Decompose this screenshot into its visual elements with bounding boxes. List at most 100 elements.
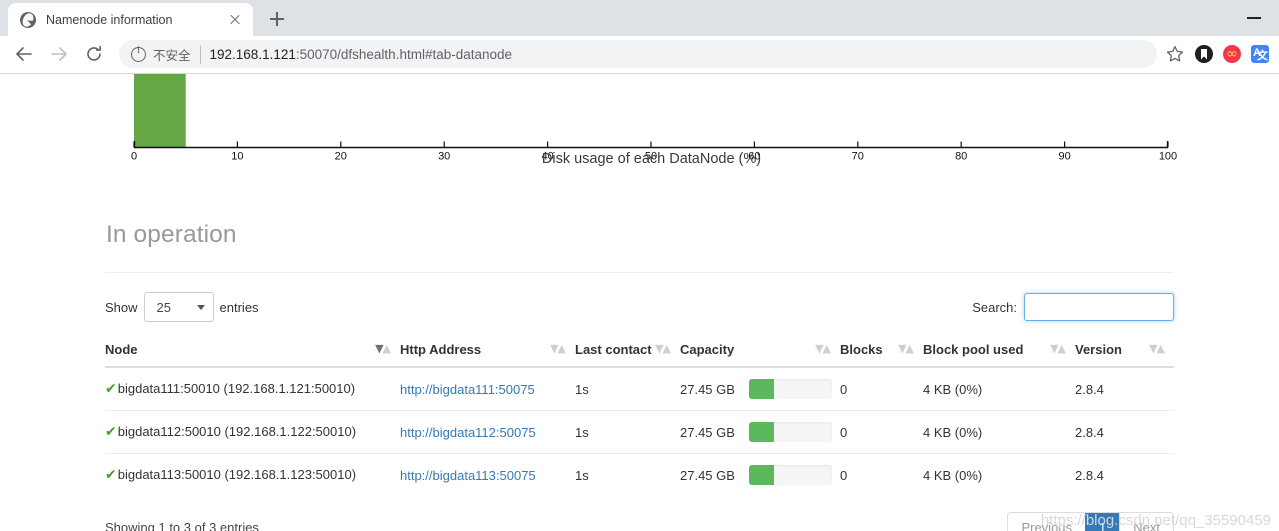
cell-last-contact: 1s <box>575 453 680 496</box>
column-label: Http Address <box>400 342 482 357</box>
chart-xlabel-wrap: Disk usage of each DataNode (%) <box>0 151 1279 167</box>
histogram-bar <box>134 74 186 147</box>
page-length-select[interactable]: 25 <box>143 292 214 322</box>
column-header-http-address[interactable]: Http Address ▼▲ <box>400 334 575 368</box>
tab-title: Namenode information <box>46 12 173 27</box>
table-header-row: Node ▼▲ Http Address ▼▲ Last contact ▼▲ <box>105 334 1174 368</box>
page-title: In operation <box>106 221 237 248</box>
sort-icon: ▼▲ <box>898 342 914 355</box>
chart-xlabel: Disk usage of each DataNode (%) <box>541 151 762 167</box>
url-host: 192.168.1.121 <box>209 46 296 62</box>
cell-capacity: 27.45 GB <box>680 453 840 496</box>
browser-window: Namenode information 不安全 <box>0 0 1279 531</box>
browser-toolbar: 不安全 192.168.1.121 :50070/dfshealth.html#… <box>0 36 1279 73</box>
cell-capacity: 27.45 GB <box>680 410 840 454</box>
page-viewport: 0 10 20 30 40 50 60 70 80 90 100 Disk usage of eac… <box>0 73 1279 531</box>
pagination-page-1[interactable]: 1 <box>1085 513 1120 531</box>
show-label: Show <box>105 299 138 315</box>
capacity-progress <box>748 422 832 442</box>
column-header-node[interactable]: Node ▼▲ <box>105 334 400 368</box>
cell-block-pool-used: 4 KB (0%) <box>923 453 1075 496</box>
http-address-link[interactable]: http://bigdata113:50075 <box>400 468 536 483</box>
check-icon: ✔ <box>105 381 117 397</box>
http-address-link[interactable]: http://bigdata111:50075 <box>400 382 535 397</box>
capacity-wrap: 27.45 GB <box>680 465 832 485</box>
disk-usage-histogram: 0 10 20 30 40 50 60 70 80 90 100 Disk usage of eac… <box>0 74 1279 173</box>
column-label: Capacity <box>680 342 735 357</box>
node-name: bigdata111:50010 (192.168.1.121:50010) <box>117 381 356 396</box>
capacity-progress <box>748 465 832 485</box>
search-control: Search: <box>972 293 1174 321</box>
extension-infinity-icon[interactable] <box>1223 45 1241 63</box>
pagination-previous[interactable]: Previous <box>1008 513 1086 531</box>
node-name: bigdata112:50010 (192.168.1.122:50010) <box>117 424 357 439</box>
capacity-wrap: 27.45 GB <box>680 422 832 442</box>
browser-tab[interactable]: Namenode information <box>8 3 253 36</box>
minimize-button[interactable] <box>1247 17 1261 19</box>
table-row: ✔bigdata113:50010 (192.168.1.123:50010) h… <box>105 453 1174 496</box>
window-controls <box>1199 0 1279 36</box>
new-tab-button[interactable] <box>263 5 291 33</box>
column-header-block-pool-used[interactable]: Block pool used ▼▲ <box>923 334 1075 368</box>
bookmark-star-icon[interactable] <box>1165 44 1185 64</box>
sort-icon: ▼▲ <box>1050 342 1066 355</box>
column-label: Block pool used <box>923 342 1024 357</box>
sort-icon: ▼▲ <box>375 342 391 355</box>
security-label: 不安全 <box>153 44 201 64</box>
back-icon[interactable] <box>10 40 38 68</box>
table-row: ✔bigdata111:50010 (192.168.1.121:50010) h… <box>105 367 1174 411</box>
page-length-value: 25 <box>156 299 171 315</box>
cell-last-contact: 1s <box>575 410 680 454</box>
close-icon[interactable] <box>227 12 243 28</box>
cell-blocks: 0 <box>840 410 923 454</box>
divider <box>105 272 1174 273</box>
table-row: ✔bigdata112:50010 (192.168.1.122:50010) h… <box>105 410 1174 454</box>
sort-icon: ▼▲ <box>655 342 671 355</box>
in-operation-panel: In operation Show 25 entries Search: Nod… <box>105 173 1174 531</box>
cell-node: ✔bigdata111:50010 (192.168.1.121:50010) <box>105 367 400 411</box>
table-info: Showing 1 to 3 of 3 entries <box>105 520 259 531</box>
datatable-footer: Showing 1 to 3 of 3 entries Previous 1 N… <box>105 512 1174 531</box>
cell-node: ✔bigdata113:50010 (192.168.1.123:50010) <box>105 453 400 496</box>
capacity-progress-fill <box>748 379 774 399</box>
capacity-progress-fill <box>748 422 774 442</box>
datatable-controls: Show 25 entries Search: <box>105 291 1174 323</box>
column-header-version[interactable]: Version ▼▲ <box>1075 334 1174 368</box>
column-label: Node <box>105 342 138 357</box>
url-path: :50070/dfshealth.html#tab-datanode <box>295 46 513 62</box>
forward-icon[interactable] <box>45 40 73 68</box>
cell-http-address: http://bigdata113:50075 <box>400 453 575 496</box>
datanodes-table: Node ▼▲ Http Address ▼▲ Last contact ▼▲ <box>105 334 1174 496</box>
toolbar-icons: A 文 <box>1165 44 1269 64</box>
cell-http-address: http://bigdata112:50075 <box>400 410 575 454</box>
globe-icon <box>20 11 36 28</box>
search-input[interactable] <box>1024 293 1174 321</box>
sort-icon: ▼▲ <box>815 342 831 355</box>
capacity-text: 27.45 GB <box>680 381 735 397</box>
sort-icon: ▼▲ <box>1149 342 1165 355</box>
info-circle-icon[interactable] <box>131 45 146 62</box>
reload-icon[interactable] <box>80 40 108 68</box>
entries-label: entries <box>219 299 259 315</box>
column-header-blocks[interactable]: Blocks ▼▲ <box>840 334 923 368</box>
column-label: Blocks <box>840 342 883 357</box>
pagination: Previous 1 Next <box>1007 512 1174 531</box>
extension-dark-icon[interactable] <box>1195 45 1213 63</box>
table-body: ✔bigdata111:50010 (192.168.1.121:50010) h… <box>105 367 1174 496</box>
address-bar[interactable]: 不安全 192.168.1.121 :50070/dfshealth.html#… <box>119 40 1157 68</box>
cell-block-pool-used: 4 KB (0%) <box>923 381 983 397</box>
cell-version: 2.8.4 <box>1075 410 1174 454</box>
translate-letter-cn: 文 <box>1257 50 1268 62</box>
cell-version: 2.8.4 <box>1075 453 1174 496</box>
check-icon: ✔ <box>105 467 117 483</box>
cell-blocks: 0 <box>840 381 848 397</box>
column-label: Version <box>1075 342 1122 357</box>
column-header-last-contact[interactable]: Last contact ▼▲ <box>575 334 680 368</box>
capacity-progress <box>748 379 832 399</box>
pagination-next[interactable]: Next <box>1119 513 1173 531</box>
column-header-capacity[interactable]: Capacity ▼▲ <box>680 334 840 368</box>
translate-icon[interactable]: A 文 <box>1251 45 1269 63</box>
http-address-link[interactable]: http://bigdata112:50075 <box>400 425 536 440</box>
cell-node: ✔bigdata112:50010 (192.168.1.122:50010) <box>105 410 400 454</box>
tab-strip: Namenode information <box>0 0 1279 36</box>
